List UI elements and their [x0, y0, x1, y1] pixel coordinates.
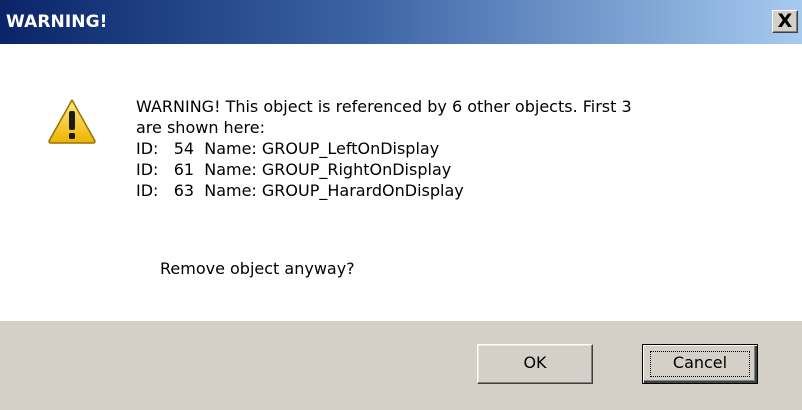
close-button[interactable]: X — [772, 10, 798, 33]
title-bar[interactable]: WARNING! X — [0, 0, 802, 44]
ok-button-label: OK — [523, 353, 547, 372]
button-bar: OK Cancel — [0, 321, 802, 410]
window-title: WARNING! — [6, 12, 108, 32]
reference-item: ID: 63 Name: GROUP_HarardOnDisplay — [136, 181, 464, 200]
cancel-button[interactable]: Cancel — [642, 344, 758, 384]
ok-button[interactable]: OK — [477, 344, 593, 384]
message-line: are shown here: — [136, 118, 265, 137]
warning-message: WARNING! This object is referenced by 6 … — [136, 96, 776, 201]
reference-item: ID: 61 Name: GROUP_RightOnDisplay — [136, 160, 452, 179]
cancel-button-label: Cancel — [672, 353, 728, 372]
warning-dialog: WARNING! X WARNING! This object is refer… — [0, 0, 802, 410]
close-icon: X — [777, 10, 793, 32]
message-line: WARNING! This object is referenced by 6 … — [136, 97, 632, 116]
reference-item: ID: 54 Name: GROUP_LeftOnDisplay — [136, 139, 440, 158]
dialog-content: WARNING! This object is referenced by 6 … — [0, 44, 802, 321]
warning-triangle-icon — [48, 99, 96, 144]
confirmation-question: Remove object anyway? — [160, 259, 355, 278]
